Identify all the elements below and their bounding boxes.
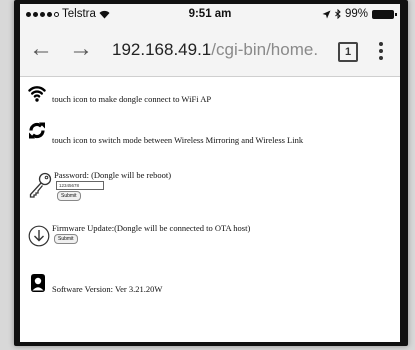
address-bar[interactable]: 192.168.49.1/cgi-bin/home.c xyxy=(112,39,317,63)
url-path: /cgi-bin/home.c xyxy=(211,40,317,59)
wifi-instruction-text: touch icon to make dongle connect to WiF… xyxy=(52,94,212,104)
software-version-text: Software Version: Ver 3.21.20W xyxy=(52,284,163,294)
bluetooth-icon xyxy=(335,9,341,19)
firmware-submit-button[interactable]: Submit xyxy=(54,234,78,244)
wifi-connect-icon[interactable] xyxy=(28,85,46,102)
page-content: touch icon to make dongle connect to WiF… xyxy=(20,77,400,342)
password-input[interactable]: 12345678 xyxy=(56,181,104,190)
battery-percent: 99% xyxy=(344,8,368,20)
status-bar: Telstra 9:51 am 99% xyxy=(20,4,400,24)
user-badge-icon xyxy=(31,274,45,292)
overflow-menu-icon[interactable] xyxy=(378,42,384,60)
switch-mode-icon[interactable] xyxy=(28,122,46,139)
switch-mode-instruction-text: touch icon to switch mode between Wirele… xyxy=(52,135,304,145)
status-right: 99% xyxy=(322,8,397,20)
battery-icon xyxy=(372,9,397,19)
firmware-update-label: Firmware Update:(Dongle will be connecte… xyxy=(52,223,251,233)
password-label: Password: (Dongle will be reboot) xyxy=(54,170,172,180)
url-host: 192.168.49.1 xyxy=(112,40,212,59)
key-icon xyxy=(29,172,52,198)
browser-toolbar: ← → 192.168.49.1/cgi-bin/home.c 1 xyxy=(20,24,400,77)
location-arrow-icon xyxy=(322,10,331,18)
back-arrow-icon[interactable]: ← xyxy=(28,37,54,62)
password-submit-button[interactable]: Submit xyxy=(57,191,81,201)
browser-screen: Telstra 9:51 am 99% ← → 192.168.49.1/cgi… xyxy=(20,4,400,342)
tabs-button[interactable]: 1 xyxy=(338,42,358,62)
forward-arrow-icon[interactable]: → xyxy=(68,37,94,62)
download-icon xyxy=(28,225,50,247)
